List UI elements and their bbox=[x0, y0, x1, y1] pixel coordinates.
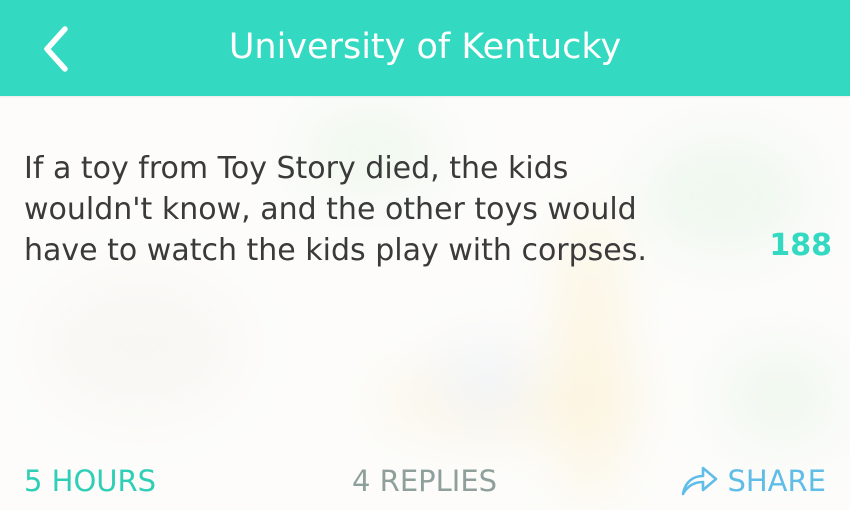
share-label: SHARE bbox=[727, 464, 826, 498]
replies-button[interactable]: 4 REPLIES bbox=[352, 464, 497, 498]
post-card: If a toy from Toy Story died, the kids w… bbox=[0, 96, 850, 510]
back-button[interactable] bbox=[30, 22, 80, 76]
page-title: University of Kentucky bbox=[228, 27, 622, 67]
chevron-left-icon bbox=[44, 26, 68, 72]
post-text: If a toy from Toy Story died, the kids w… bbox=[24, 151, 647, 268]
vote-count: 188 bbox=[769, 228, 832, 263]
post-time: 5 HOURS bbox=[24, 464, 157, 498]
share-arrow-icon bbox=[682, 466, 718, 496]
top-nav-bar: University of Kentucky bbox=[0, 0, 850, 96]
share-button[interactable]: SHARE bbox=[679, 464, 826, 498]
